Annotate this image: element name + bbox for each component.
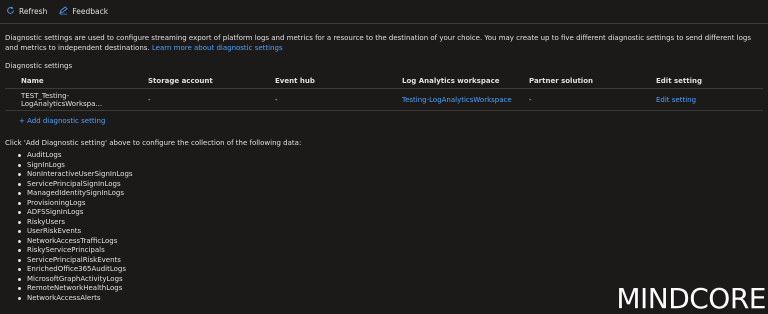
list-item: RiskyUsers — [18, 218, 133, 228]
feedback-icon — [59, 6, 69, 17]
list-item: RiskyServicePrincipals — [18, 246, 133, 256]
bullet-icon — [18, 258, 21, 262]
list-item: NetworkAccessTrafficLogs — [18, 237, 133, 247]
edit-setting-link[interactable]: Edit setting — [656, 96, 763, 104]
list-item-label: ServicePrincipalRiskEvents — [27, 255, 121, 264]
list-item: ADFSSignInLogs — [18, 208, 133, 218]
bullet-icon — [18, 154, 21, 158]
bullet-icon — [18, 249, 21, 253]
bullet-icon — [18, 211, 21, 215]
list-item: RemoteNetworkHealthLogs — [18, 284, 133, 294]
table-header: Name Storage account Event hub Log Analy… — [5, 73, 763, 89]
bullet-icon — [18, 268, 21, 272]
description: Diagnostic settings are used to configur… — [5, 33, 763, 53]
list-item: ServicePrincipalRiskEvents — [18, 256, 133, 266]
list-item-label: AuditLogs — [27, 151, 62, 159]
list-item-label: ADFSSignInLogs — [27, 208, 84, 216]
refresh-button[interactable]: Refresh — [6, 6, 47, 17]
header-storage-account: Storage account — [148, 76, 213, 85]
watermark-logo: MINDCORE — [616, 282, 766, 314]
list-item: NonInteractiveUserSignInLogs — [18, 170, 133, 180]
diagnostic-settings-table: Name Storage account Event hub Log Analy… — [5, 73, 763, 111]
list-item: ManagedIdentitySignInLogs — [18, 189, 133, 199]
list-item-label: ServicePrincipalSignInLogs — [27, 179, 121, 188]
list-item: EnrichedOffice365AuditLogs — [18, 265, 133, 275]
header-name: Name — [21, 76, 44, 85]
list-item: AuditLogs — [18, 151, 133, 161]
bullet-icon — [18, 163, 21, 167]
bullet-icon — [18, 182, 21, 186]
bullet-icon — [18, 287, 21, 291]
log-categories-list: AuditLogs SignInLogs NonInteractiveUserS… — [18, 151, 133, 303]
list-item-label: ManagedIdentitySignInLogs — [27, 189, 124, 197]
learn-more-link[interactable]: Learn more about diagnostic settings — [152, 44, 283, 52]
bullet-icon — [18, 220, 21, 224]
cell-partner-solution: - — [529, 95, 532, 104]
feedback-button[interactable]: Feedback — [59, 6, 108, 17]
list-item-label: NetworkAccessAlerts — [27, 293, 101, 302]
header-event-hub: Event hub — [275, 76, 315, 85]
refresh-icon — [6, 6, 15, 17]
table-row: TEST_Testing-LogAnalyticsWorkspa... - - … — [5, 89, 763, 111]
list-item-label: SignInLogs — [27, 160, 65, 169]
list-item-label: MicrosoftGraphActivityLogs — [27, 274, 123, 283]
list-item: UserRiskEvents — [18, 227, 133, 237]
bullet-icon — [18, 230, 21, 234]
bullet-icon — [18, 239, 21, 243]
list-item-label: RiskyServicePrincipals — [27, 246, 105, 254]
list-item-label: NetworkAccessTrafficLogs — [27, 236, 118, 245]
instruction-text: Click 'Add Diagnostic setting' above to … — [5, 139, 302, 147]
cell-name: TEST_Testing-LogAnalyticsWorkspa... — [21, 91, 103, 108]
header-edit-setting: Edit setting — [656, 76, 702, 85]
cell-storage-account: - — [148, 95, 151, 104]
list-item-label: ProvisioningLogs — [27, 198, 86, 207]
list-item-label: NonInteractiveUserSignInLogs — [27, 170, 133, 178]
feedback-label: Feedback — [72, 7, 109, 16]
list-item: SignInLogs — [18, 161, 133, 171]
list-item: ServicePrincipalSignInLogs — [18, 180, 133, 190]
bullet-icon — [18, 277, 21, 281]
refresh-label: Refresh — [19, 7, 48, 16]
bullet-icon — [18, 173, 21, 177]
list-item-label: EnrichedOffice365AuditLogs — [27, 265, 127, 273]
list-item-label: RiskyUsers — [27, 217, 66, 226]
bullet-icon — [18, 296, 21, 300]
list-item-label: UserRiskEvents — [27, 227, 82, 235]
list-item: MicrosoftGraphActivityLogs — [18, 275, 133, 285]
add-diagnostic-setting-button[interactable]: + Add diagnostic setting — [19, 117, 105, 125]
bullet-icon — [18, 192, 21, 196]
command-bar: Refresh Feedback — [0, 0, 768, 24]
description-text: Diagnostic settings are used to configur… — [5, 34, 751, 52]
header-partner-solution: Partner solution — [529, 76, 593, 85]
header-log-analytics-workspace: Log Analytics workspace — [402, 76, 500, 85]
workspace-link[interactable]: Testing-LogAnalyticsWorkspace — [402, 96, 529, 104]
bullet-icon — [18, 201, 21, 205]
list-item: ProvisioningLogs — [18, 199, 133, 209]
cell-event-hub: - — [275, 95, 278, 104]
section-title: Diagnostic settings — [5, 62, 73, 70]
list-item-label: RemoteNetworkHealthLogs — [27, 284, 123, 292]
list-item: NetworkAccessAlerts — [18, 294, 133, 304]
